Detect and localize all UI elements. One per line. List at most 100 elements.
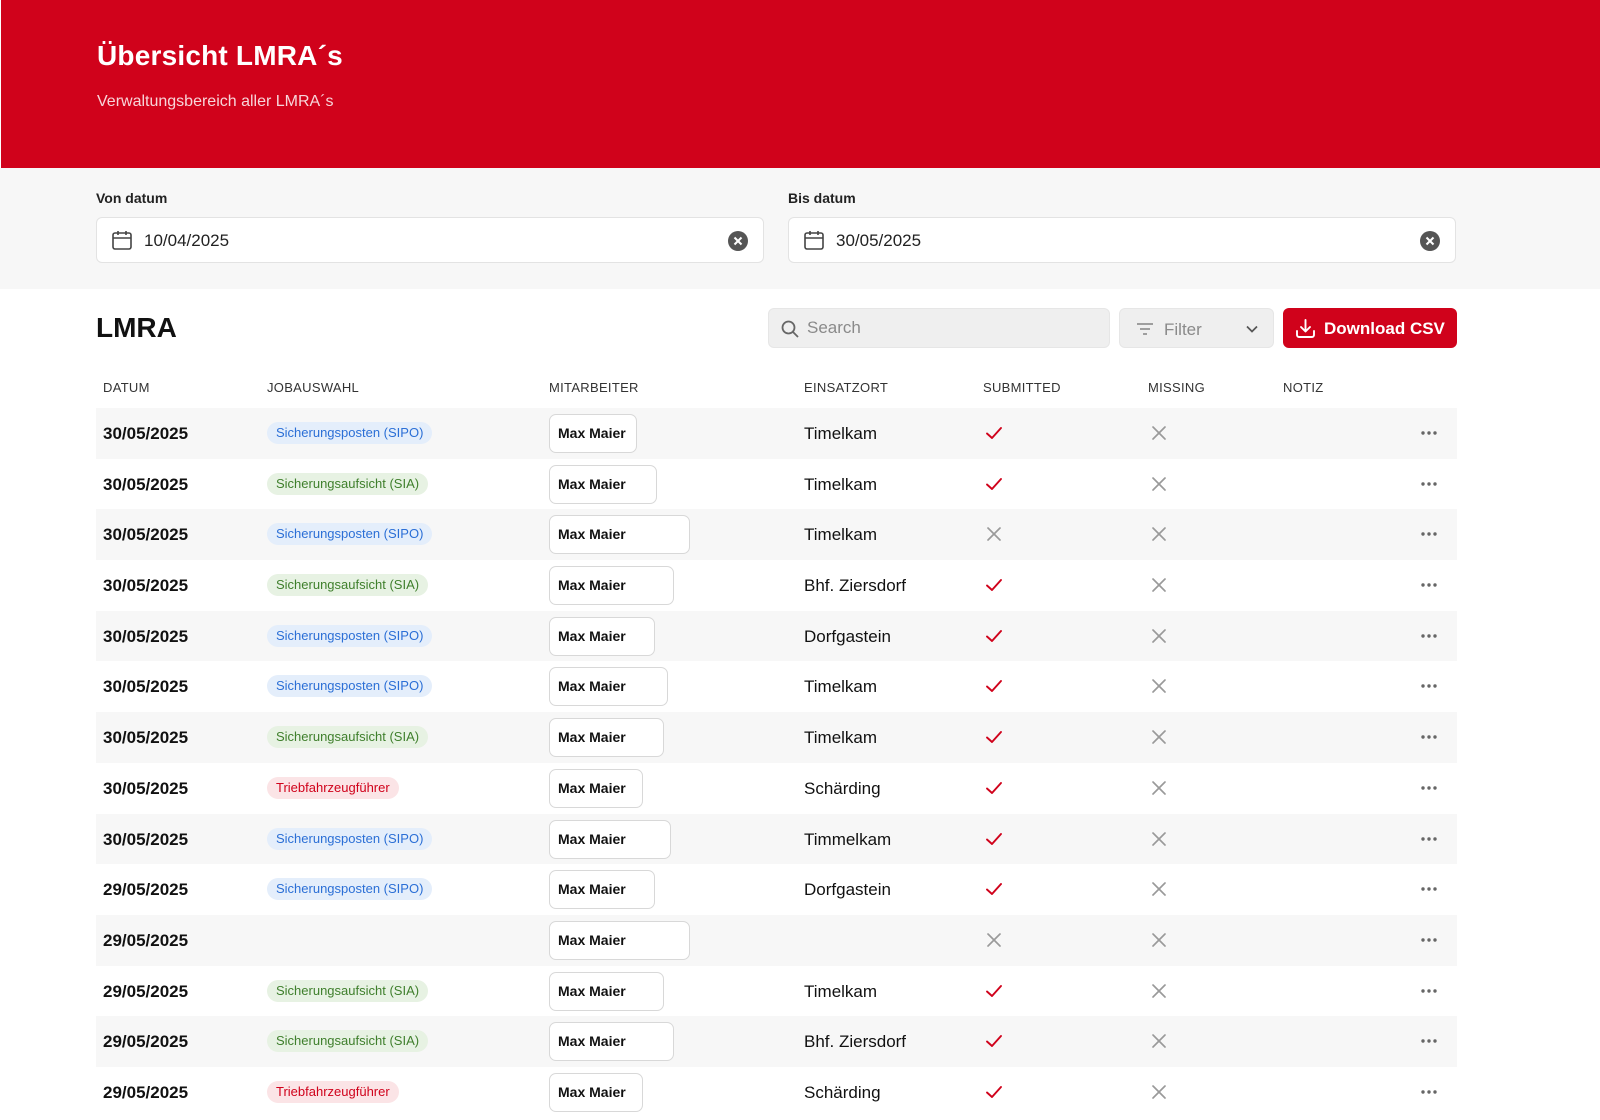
more-options-icon[interactable] — [1417, 574, 1441, 596]
more-options-icon[interactable] — [1417, 980, 1441, 1002]
search-icon — [781, 320, 799, 338]
search-box[interactable] — [768, 308, 1110, 348]
table-row[interactable]: 29/05/2025 Sicherungsaufsicht (SIA) Max Ma… — [96, 1016, 1457, 1067]
column-header-missing[interactable]: MISSING — [1148, 380, 1205, 395]
table-row[interactable]: 30/05/2025 Sicherungsaufsicht (SIA) Max Ma… — [96, 560, 1457, 611]
employee-chip[interactable]: Max Maier — [549, 616, 655, 656]
more-options-icon[interactable] — [1417, 726, 1441, 748]
filter-label: Filter — [1164, 320, 1202, 339]
cross-icon — [1152, 983, 1166, 998]
check-icon — [986, 832, 1002, 845]
table-row[interactable]: 30/05/2025 Sicherungsposten (SIPO) Max Mai… — [96, 509, 1457, 561]
column-header-notiz[interactable]: NOTIZ — [1283, 380, 1324, 395]
check-icon — [986, 984, 1002, 997]
cross-icon — [1152, 527, 1166, 542]
more-options-icon[interactable] — [1417, 828, 1441, 850]
employee-chip[interactable]: Max Maier — [549, 971, 664, 1011]
employee-chip[interactable]: Max Maier — [549, 718, 664, 758]
employee-chip[interactable]: Max Maier — [549, 768, 643, 808]
table-row[interactable]: 30/05/2025 Sicherungsposten (SIPO) Max Mai… — [96, 813, 1457, 865]
employee-chip[interactable]: Max Maier — [549, 667, 668, 707]
more-options-icon[interactable] — [1417, 929, 1441, 951]
table-row[interactable]: 29/05/2025 Sicherungsaufsicht (SIA) Max Ma… — [96, 966, 1457, 1017]
job-tag: Sicherungsposten (SIPO) — [267, 675, 433, 698]
more-options-icon[interactable] — [1417, 1081, 1441, 1103]
clear-to-date-icon[interactable] — [1419, 230, 1441, 252]
table-row[interactable]: 30/05/2025 Sicherungsposten (SIPO) Max Mai… — [96, 408, 1457, 459]
more-options-icon[interactable] — [1417, 523, 1441, 545]
employee-chip[interactable]: Max Maier — [549, 920, 690, 960]
to-date-field[interactable]: 30/05/2025 — [788, 217, 1456, 263]
cell-datum: 30/05/2025 — [103, 626, 189, 646]
lmra-table: DATUM JOBAUSWAHL MITARBEITER EINSATZORT … — [96, 370, 1457, 1118]
cell-datum: 29/05/2025 — [103, 1082, 189, 1102]
employee-chip[interactable]: Max Maier — [549, 464, 657, 504]
check-icon — [986, 477, 1002, 490]
cross-icon — [1152, 831, 1166, 846]
table-row[interactable]: 29/05/2025 Triebfahrzeugführer Max Maier Sc… — [96, 1067, 1457, 1118]
calendar-icon — [804, 231, 824, 250]
from-date-field[interactable]: 10/04/2025 — [96, 217, 764, 263]
column-header-submitted[interactable]: SUBMITTED — [983, 380, 1061, 395]
employee-chip[interactable]: Max Maier — [549, 1022, 674, 1062]
filter-dropdown[interactable]: Filter — [1119, 308, 1274, 348]
cell-einsatzort: Bhf. Ziersdorf — [804, 1032, 907, 1052]
job-tag: Sicherungsaufsicht (SIA) — [267, 1030, 429, 1053]
table-row[interactable]: 30/05/2025 Sicherungsaufsicht (SIA) Max Ma… — [96, 712, 1457, 763]
cell-datum: 30/05/2025 — [103, 778, 189, 798]
cross-icon — [1152, 578, 1166, 592]
employee-chip[interactable]: Max Maier — [549, 819, 671, 859]
cross-icon — [987, 933, 1001, 947]
column-header-datum[interactable]: DATUM — [103, 380, 150, 395]
table-row[interactable]: 29/05/2025 Sicherungsposten (SIPO) Max Mai… — [96, 864, 1457, 915]
more-options-icon[interactable] — [1417, 473, 1441, 495]
table-row[interactable]: 30/05/2025 Sicherungsaufsicht (SIA) Max Ma… — [96, 459, 1457, 510]
cell-datum: 30/05/2025 — [103, 677, 189, 697]
download-csv-button[interactable]: Download CSV — [1283, 308, 1457, 348]
job-tag: Sicherungsposten (SIPO) — [267, 624, 433, 647]
cross-icon — [987, 527, 1001, 542]
to-date-label: Bis datum — [788, 190, 856, 206]
more-options-icon[interactable] — [1417, 625, 1441, 647]
date-filter-bar: Von datum 10/04/2025 Bis datum 30/05/202… — [0, 168, 1600, 289]
column-header-einsatzort[interactable]: EINSATZORT — [804, 380, 888, 395]
cross-icon — [1152, 1085, 1166, 1099]
cell-einsatzort: Bhf. Ziersdorf — [804, 576, 907, 596]
employee-chip[interactable]: Max Maier — [549, 870, 655, 910]
employee-chip[interactable]: Max Maier — [549, 1072, 643, 1112]
table-row[interactable]: 30/05/2025 Sicherungsposten (SIPO) Max Mai… — [96, 610, 1457, 662]
cell-datum: 30/05/2025 — [103, 728, 189, 748]
more-options-icon[interactable] — [1417, 777, 1441, 799]
cross-icon — [1152, 933, 1166, 947]
page-title: Übersicht LMRA´s — [97, 40, 343, 71]
column-header-mitarbeiter[interactable]: MITARBEITER — [549, 380, 639, 395]
cell-einsatzort: Timelkam — [804, 525, 878, 545]
employee-chip[interactable]: Max Maier — [549, 515, 690, 555]
employee-chip[interactable]: Max Maier — [549, 414, 637, 453]
cell-datum: 29/05/2025 — [103, 981, 189, 1001]
check-icon — [986, 1085, 1002, 1098]
cross-icon — [1152, 780, 1166, 795]
more-options-icon[interactable] — [1417, 1030, 1441, 1052]
employee-chip[interactable]: Max Maier — [549, 566, 674, 606]
to-date-group: Bis datum 30/05/2025 — [788, 190, 1456, 263]
check-icon — [986, 680, 1002, 693]
table-row[interactable]: 30/05/2025 Sicherungsposten (SIPO) Max Mai… — [96, 661, 1457, 712]
cross-icon — [1152, 628, 1166, 643]
table-body: 30/05/2025 Sicherungsposten (SIPO) Max Mai… — [96, 408, 1457, 1118]
more-options-icon[interactable] — [1417, 422, 1441, 444]
cell-datum: 30/05/2025 — [103, 525, 189, 545]
more-options-icon[interactable] — [1417, 675, 1441, 697]
more-options-icon[interactable] — [1417, 878, 1441, 900]
column-header-jobauswahl[interactable]: JOBAUSWAHL — [267, 380, 359, 395]
job-tag: Sicherungsaufsicht (SIA) — [267, 979, 429, 1002]
table-row[interactable]: 30/05/2025 Triebfahrzeugführer Max Maier Sc… — [96, 763, 1457, 814]
cross-icon — [1152, 730, 1166, 744]
cell-einsatzort: Timmelkam — [804, 829, 892, 849]
table-row[interactable]: 29/05/2025 Max Maier — [96, 914, 1457, 966]
cell-datum: 30/05/2025 — [103, 576, 189, 596]
cell-datum: 30/05/2025 — [103, 474, 189, 494]
clear-from-date-icon[interactable] — [727, 230, 749, 252]
cell-datum: 29/05/2025 — [103, 880, 189, 900]
search-input[interactable] — [807, 309, 1102, 347]
